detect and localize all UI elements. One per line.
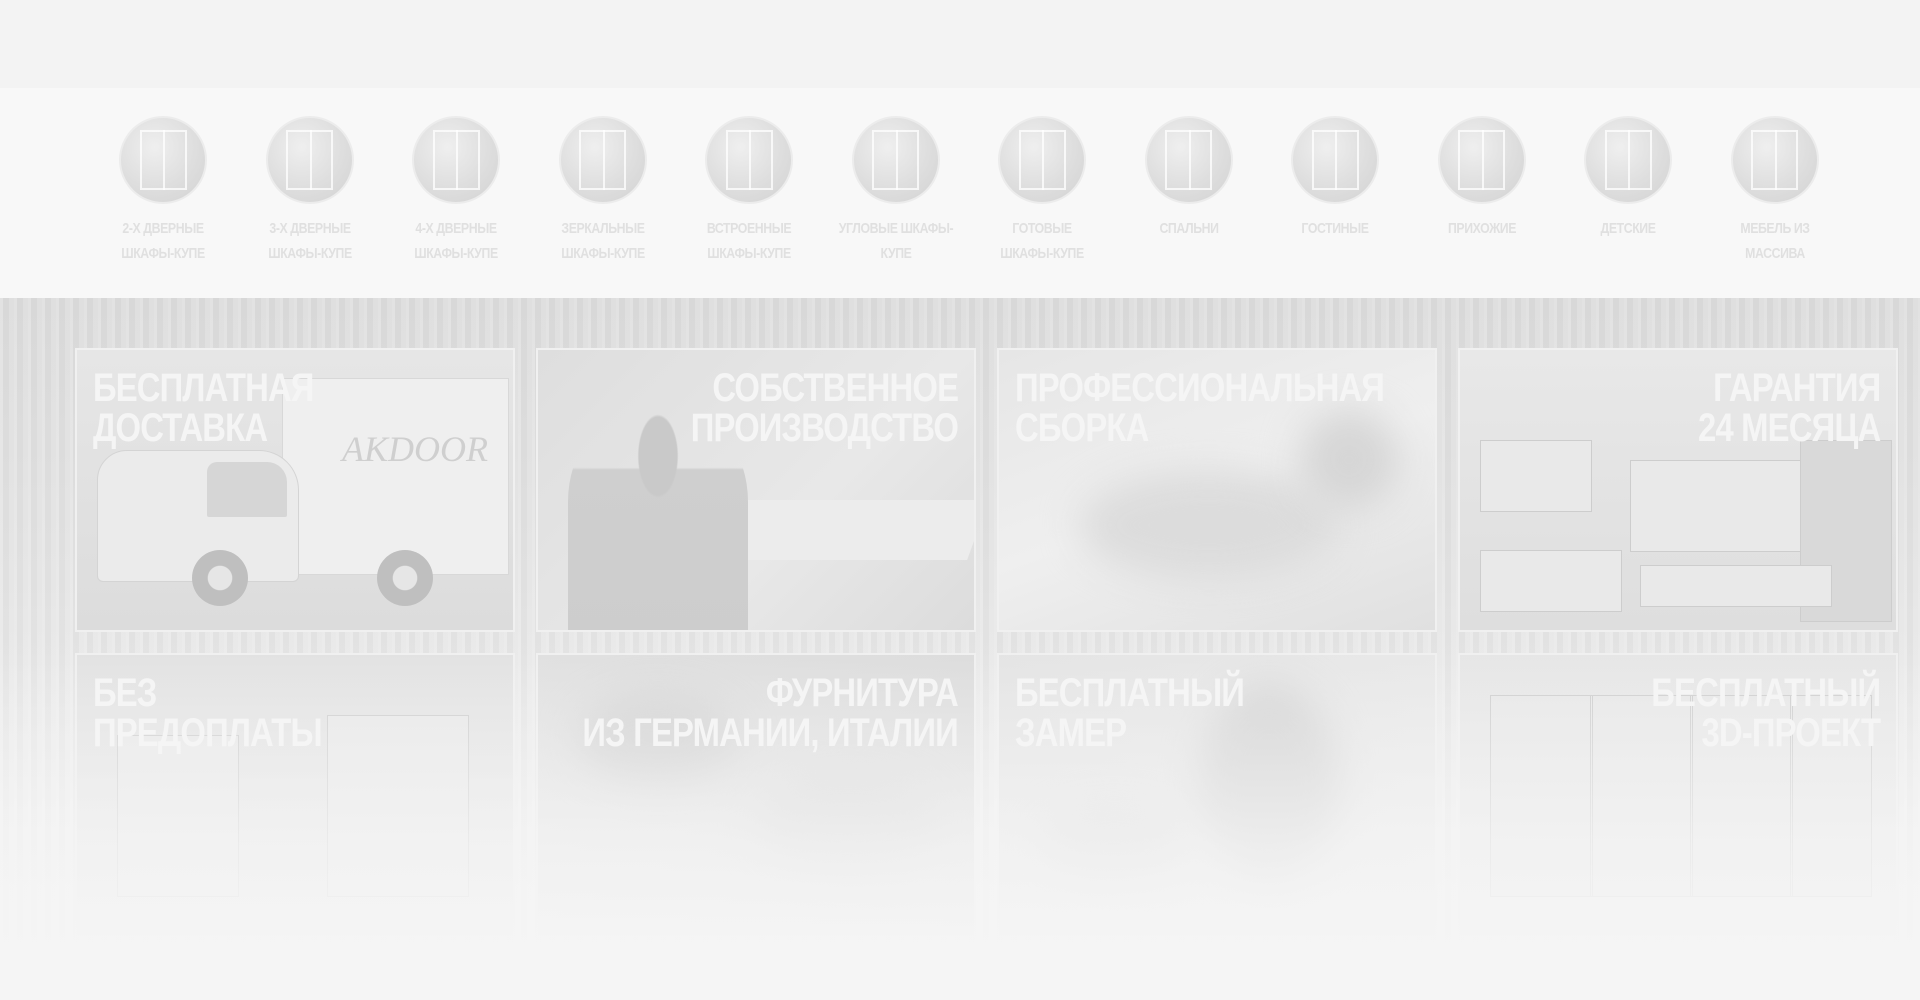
feature-title: БЕСПЛАТНАЯ ДОСТАВКА	[93, 368, 314, 448]
category-item-4-door[interactable]: 4-Х ДВЕРНЫЕ ШКАФЫ-КУПЕ	[383, 116, 530, 266]
feature-title: БЕЗ ПРЕДОПЛАТЫ	[93, 671, 323, 755]
feature-title-line: БЕСПЛАТНАЯ	[93, 366, 314, 410]
feature-title-line: ПРЕДОПЛАТЫ	[93, 711, 323, 755]
header-band	[0, 0, 1920, 88]
category-label[interactable]: ПРИХОЖИЕ	[1424, 216, 1539, 241]
kids-room-thumb[interactable]	[1584, 116, 1673, 204]
category-label[interactable]: ЗЕРКАЛЬНЫЕ ШКАФЫ-КУПЕ	[545, 216, 660, 266]
feature-title-line: ПРОИЗВОДСТВО	[690, 406, 959, 450]
category-label[interactable]: УГЛОВЫЕ ШКАФЫ-КУПЕ	[838, 216, 954, 266]
bed	[1640, 565, 1832, 607]
wardrobe-3-door-thumb[interactable]	[265, 116, 354, 204]
category-list: 2-Х ДВЕРНЫЕ ШКАФЫ-КУПЕ 3-Х ДВЕРНЫЕ ШКАФЫ…	[90, 116, 1848, 266]
truck-body	[282, 378, 509, 575]
category-item-mirror[interactable]: ЗЕРКАЛЬНЫЕ ШКАФЫ-КУПЕ	[530, 116, 677, 266]
blur-shape	[758, 775, 938, 875]
feature-title-line: СБОРКА	[1015, 406, 1149, 450]
feature-title: ПРОФЕССИОНАЛЬНАЯ СБОРКА	[1015, 366, 1385, 450]
living-room-thumb[interactable]	[1291, 116, 1380, 204]
category-item-2-door[interactable]: 2-Х ДВЕРНЫЕ ШКАФЫ-КУПЕ	[90, 116, 237, 266]
feature-tile-warranty[interactable]: ГАРАНТИЯ 24 МЕСЯЦА	[1458, 348, 1898, 632]
cabinet	[117, 735, 239, 897]
feature-tile-free-measurement[interactable]: БЕСПЛАТНЫЙ ЗАМЕР	[997, 653, 1437, 937]
feature-title-line: ИЗ ГЕРМАНИИ, ИТАЛИИ	[582, 711, 959, 755]
shelf	[1480, 440, 1592, 512]
cabinet	[327, 715, 469, 897]
built-in-wardrobe-thumb[interactable]	[705, 116, 794, 204]
desk	[1480, 550, 1622, 612]
feature-title: ГАРАНТИЯ 24 МЕСЯЦА	[1697, 366, 1881, 450]
category-label[interactable]: 2-Х ДВЕРНЫЕ ШКАФЫ-КУПЕ	[106, 216, 221, 266]
category-item-hallways[interactable]: ПРИХОЖИЕ	[1409, 116, 1556, 266]
feature-title-line: СОБСТВЕННОЕ	[712, 366, 959, 410]
bedroom-thumb[interactable]	[1144, 116, 1233, 204]
category-label[interactable]: 3-Х ДВЕРНЫЕ ШКАФЫ-КУПЕ	[252, 216, 367, 266]
feature-tile-free-delivery[interactable]: AKDOOR БЕСПЛАТНАЯ ДОСТАВКА	[75, 348, 515, 632]
feature-title: БЕСПЛАТНЫЙ 3D-ПРОЕКТ	[1651, 671, 1881, 755]
wardrobe-4-door-thumb[interactable]	[412, 116, 501, 204]
feature-title-line: БЕСПЛАТНЫЙ	[1651, 671, 1881, 715]
feature-tile-hardware[interactable]: ФУРНИТУРА ИЗ ГЕРМАНИИ, ИТАЛИИ	[536, 653, 976, 937]
feature-title-line: ФУРНИТУРА	[765, 671, 959, 715]
solid-wood-thumb[interactable]	[1730, 116, 1819, 204]
blur-shape	[1039, 805, 1189, 885]
truck-logo: AKDOOR	[342, 429, 488, 469]
category-label[interactable]: ВСТРОЕННЫЕ ШКАФЫ-КУПЕ	[692, 216, 807, 266]
category-label[interactable]: ГОТОВЫЕ ШКАФЫ-КУПЕ	[985, 216, 1100, 266]
feature-title-line: 24 МЕСЯЦА	[1697, 406, 1881, 450]
divider	[1590, 695, 1593, 897]
category-label[interactable]: 4-Х ДВЕРНЫЕ ШКАФЫ-КУПЕ	[399, 216, 514, 266]
category-item-corner[interactable]: УГЛОВЫЕ ШКАФЫ-КУПЕ	[823, 116, 970, 266]
category-item-built-in[interactable]: ВСТРОЕННЫЕ ШКАФЫ-КУПЕ	[676, 116, 823, 266]
truck-window	[207, 462, 287, 517]
category-item-3-door[interactable]: 3-Х ДВЕРНЫЕ ШКАФЫ-КУПЕ	[237, 116, 384, 266]
wall-unit	[1630, 460, 1812, 552]
truck-wheel	[377, 550, 433, 606]
feature-tile-own-production[interactable]: СОБСТВЕННОЕ ПРОИЗВОДСТВО	[536, 348, 976, 632]
page: 2-Х ДВЕРНЫЕ ШКАФЫ-КУПЕ 3-Х ДВЕРНЫЕ ШКАФЫ…	[0, 0, 1920, 1000]
feature-tile-assembly[interactable]: ПРОФЕССИОНАЛЬНАЯ СБОРКА	[997, 348, 1437, 632]
feature-title-line: ЗАМЕР	[1015, 711, 1127, 755]
blur-shape	[1079, 470, 1339, 580]
truck-wheel	[192, 550, 248, 606]
feature-title-line: БЕСПЛАТНЫЙ	[1015, 671, 1245, 715]
category-label[interactable]: ГОСТИНЫЕ	[1278, 216, 1393, 241]
category-label[interactable]: МЕБЕЛЬ ИЗ МАССИВА	[1717, 216, 1832, 266]
corner-wardrobe-thumb[interactable]	[851, 116, 940, 204]
feature-title-line: ГАРАНТИЯ	[1712, 366, 1881, 410]
ready-wardrobe-thumb[interactable]	[998, 116, 1087, 204]
feature-title: СОБСТВЕННОЕ ПРОИЗВОДСТВО	[690, 366, 959, 450]
hallway-thumb[interactable]	[1437, 116, 1526, 204]
feature-title-line: ДОСТАВКА	[93, 406, 268, 450]
wardrobe-2-door-thumb[interactable]	[119, 116, 208, 204]
mirror-wardrobe-thumb[interactable]	[558, 116, 647, 204]
category-label[interactable]: СПАЛЬНИ	[1131, 216, 1246, 241]
category-item-solid-wood[interactable]: МЕБЕЛЬ ИЗ МАССИВА	[1702, 116, 1849, 266]
category-item-kids[interactable]: ДЕТСКИЕ	[1555, 116, 1702, 266]
feature-title-line: 3D-ПРОЕКТ	[1701, 711, 1881, 755]
category-label[interactable]: ДЕТСКИЕ	[1571, 216, 1686, 241]
feature-tile-3d-project[interactable]: БЕСПЛАТНЫЙ 3D-ПРОЕКТ	[1458, 653, 1898, 937]
feature-title-line: ПРОФЕССИОНАЛЬНАЯ	[1015, 366, 1385, 410]
category-item-bedrooms[interactable]: СПАЛЬНИ	[1116, 116, 1263, 266]
features-section: AKDOOR БЕСПЛАТНАЯ ДОСТАВКА СОБСТВЕННОЕ П…	[0, 298, 1920, 1000]
category-strip: 2-Х ДВЕРНЫЕ ШКАФЫ-КУПЕ 3-Х ДВЕРНЫЕ ШКАФЫ…	[0, 88, 1920, 298]
feature-title: ФУРНИТУРА ИЗ ГЕРМАНИИ, ИТАЛИИ	[582, 671, 959, 755]
feature-title-line: БЕЗ	[93, 671, 157, 715]
category-item-ready[interactable]: ГОТОВЫЕ ШКАФЫ-КУПЕ	[969, 116, 1116, 266]
feature-title: БЕСПЛАТНЫЙ ЗАМЕР	[1015, 671, 1245, 755]
feature-tile-no-prepayment[interactable]: БЕЗ ПРЕДОПЛАТЫ	[75, 653, 515, 937]
category-item-living-rooms[interactable]: ГОСТИНЫЕ	[1262, 116, 1409, 266]
